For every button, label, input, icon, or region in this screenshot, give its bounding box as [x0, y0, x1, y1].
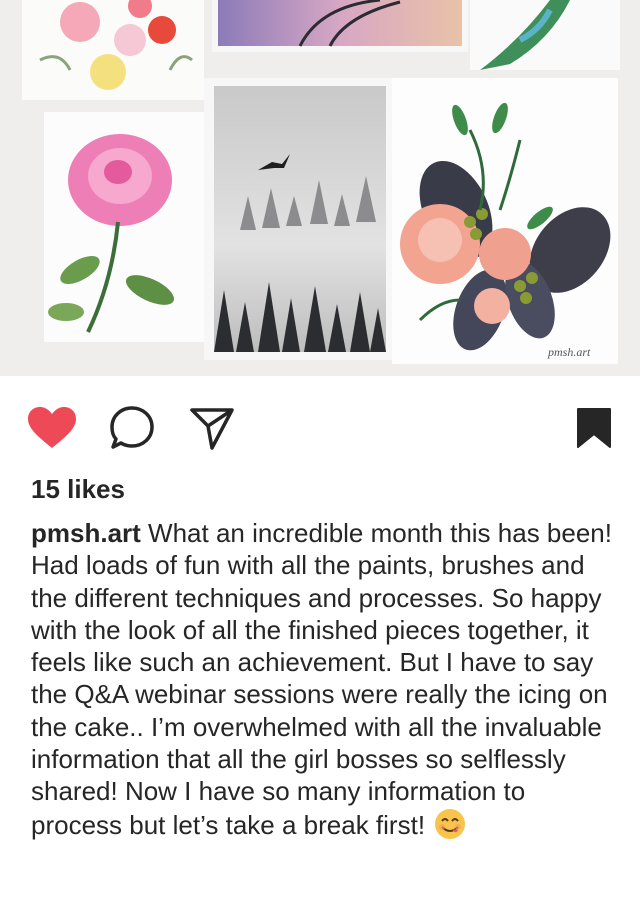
caption-text: What an incredible month this has been! … — [31, 518, 612, 840]
bookmark-icon — [577, 408, 611, 448]
action-bar — [0, 376, 640, 472]
post-caption: pmsh.art What an incredible month this h… — [31, 517, 621, 847]
comment-icon — [110, 406, 154, 449]
save-button[interactable] — [564, 398, 624, 458]
send-icon — [190, 408, 234, 450]
comment-button[interactable] — [102, 398, 162, 458]
post-image[interactable]: pmsh.art — [0, 0, 640, 376]
heart-icon — [28, 407, 76, 448]
yum-emoji-icon — [434, 808, 466, 847]
caption-username[interactable]: pmsh.art — [31, 518, 141, 548]
share-button[interactable] — [182, 398, 242, 458]
likes-count[interactable]: 15 likes — [31, 472, 125, 506]
watermark: pmsh.art — [547, 345, 591, 359]
like-button[interactable] — [22, 398, 82, 458]
watercolor-collage: pmsh.art — [0, 0, 640, 376]
